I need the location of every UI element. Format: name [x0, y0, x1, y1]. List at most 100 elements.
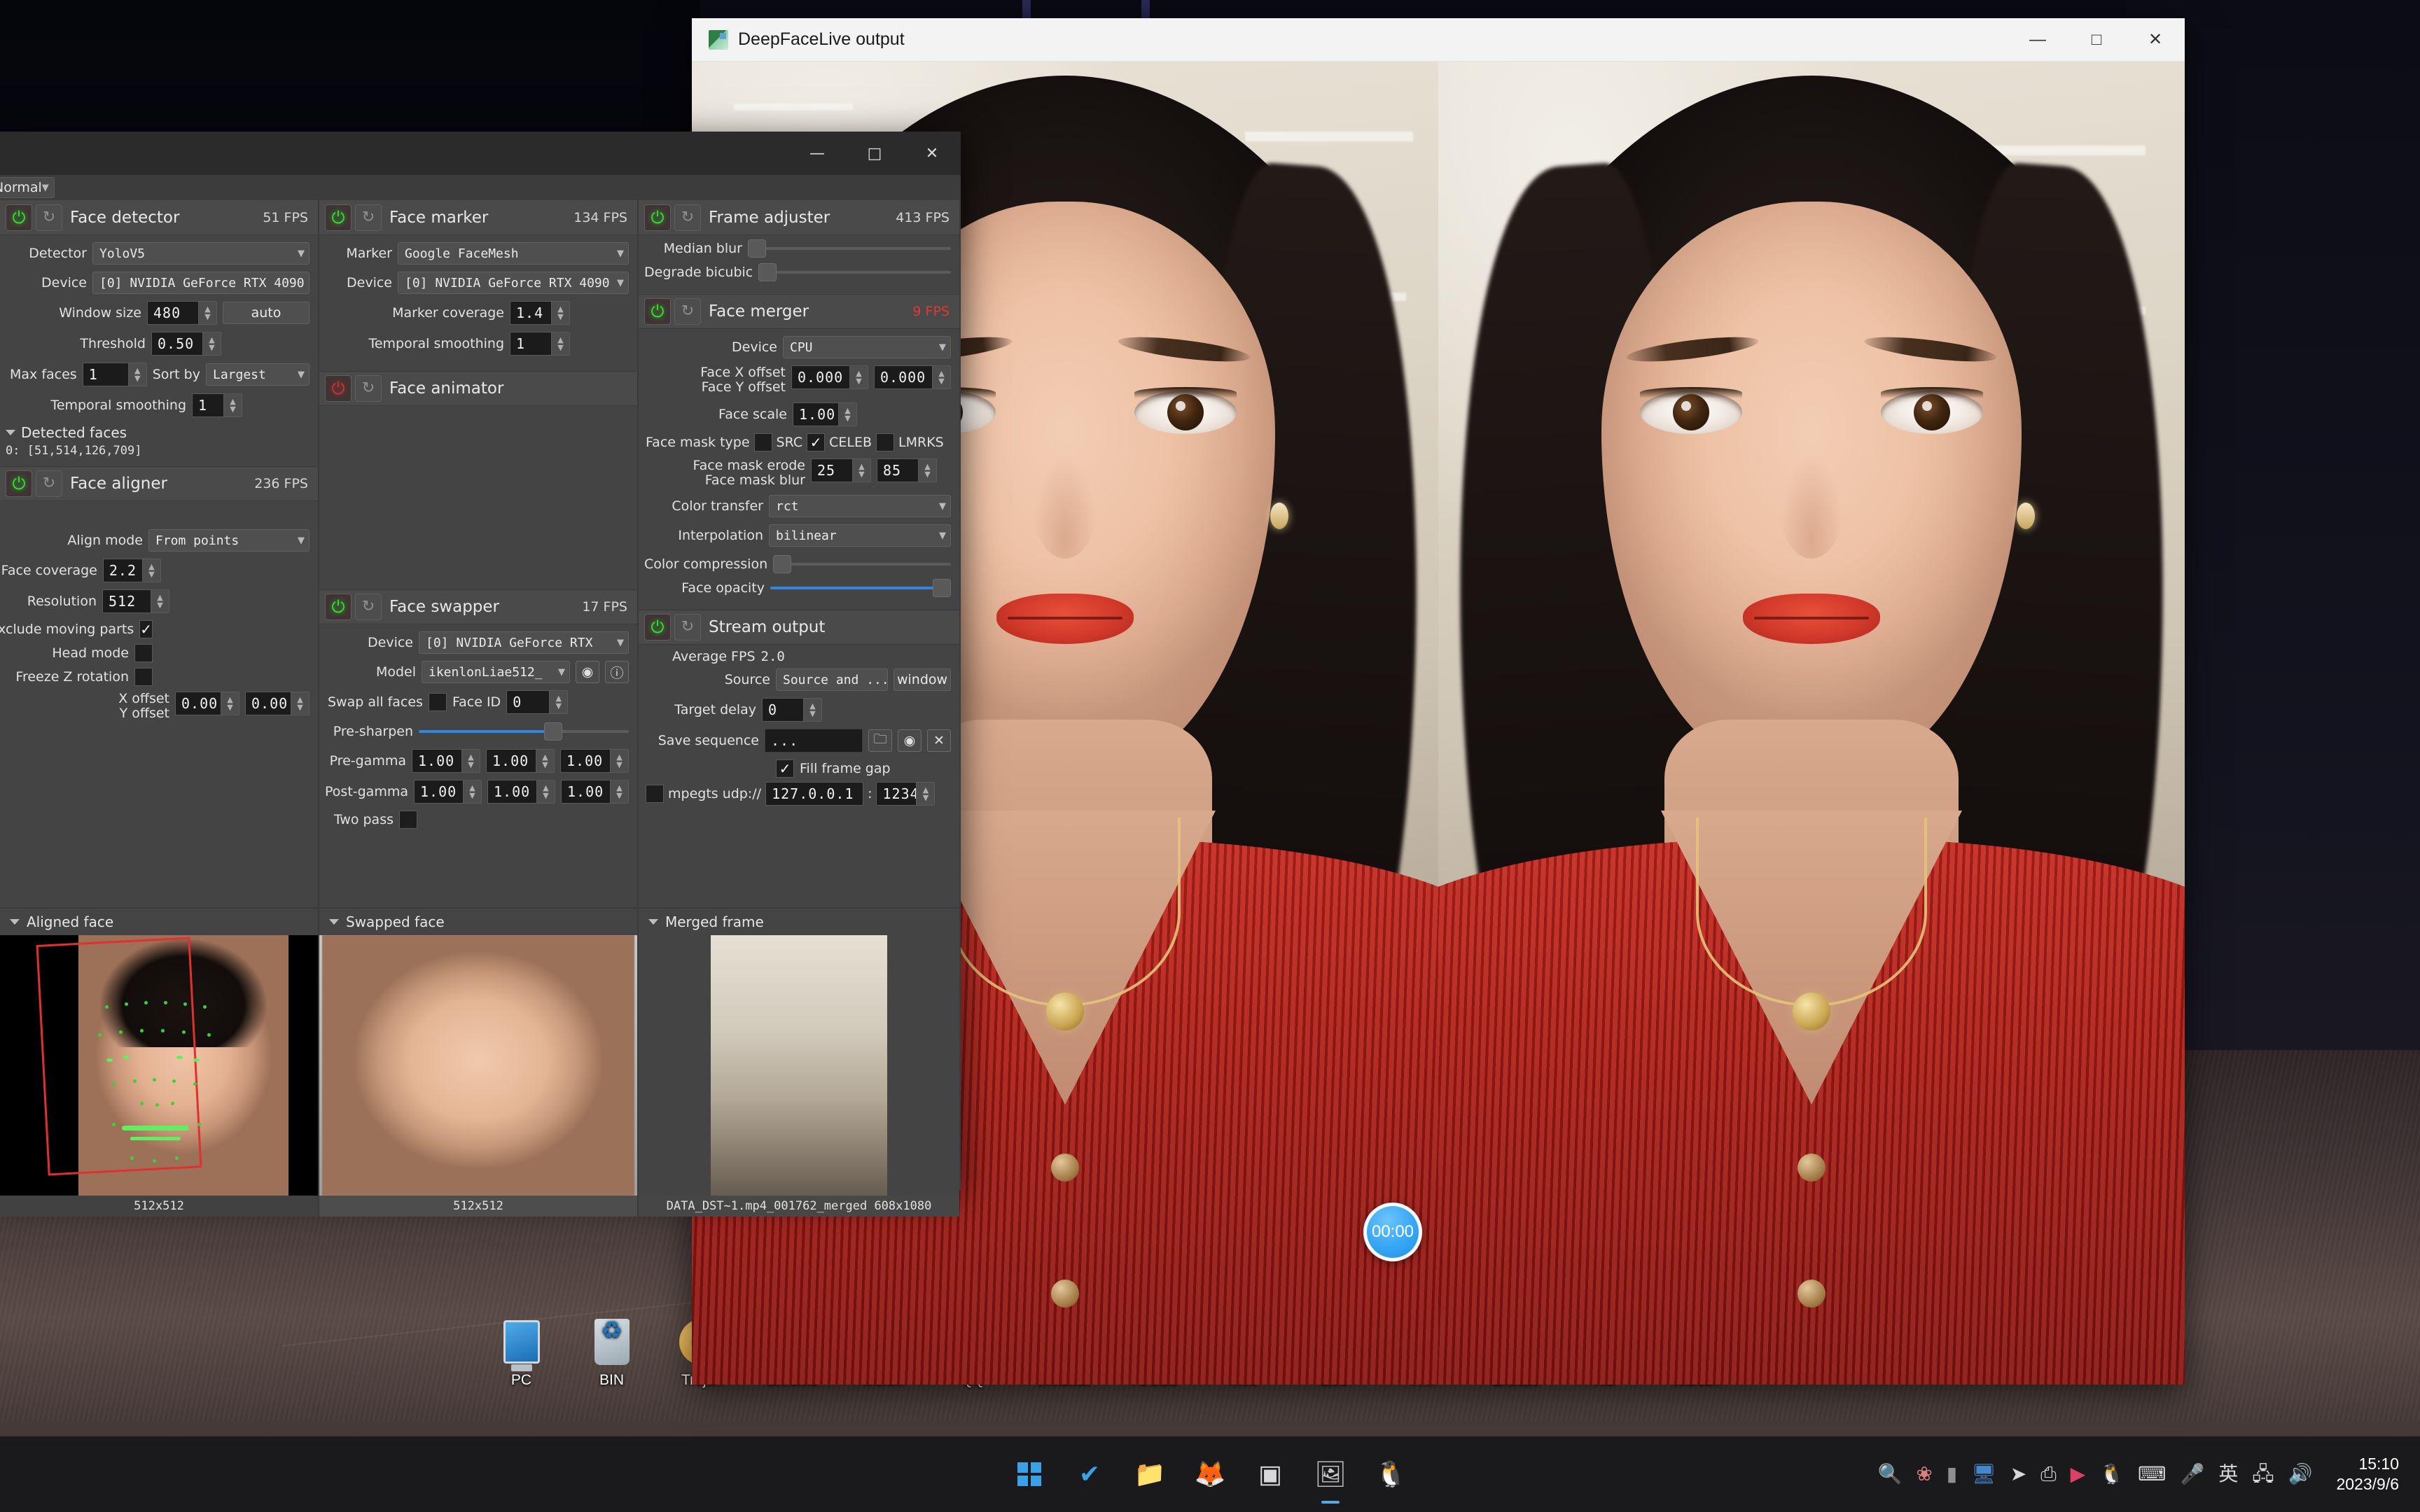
- mpegts-checkbox[interactable]: [646, 785, 664, 804]
- stepper-arrows-icon[interactable]: ▲ ▼: [291, 692, 309, 715]
- degrade-bicubic-slider[interactable]: [758, 262, 951, 283]
- stepper-arrows-icon[interactable]: ▲ ▼: [461, 750, 480, 772]
- keyboard-tray-icon[interactable]: ⌨: [2138, 1464, 2166, 1484]
- face-y-offset-stepper[interactable]: 0.000 ▲ ▼: [874, 365, 951, 389]
- face-animator-power-button[interactable]: ⏻: [325, 375, 352, 402]
- marker-device-select[interactable]: [0] NVIDIA GeForce RTX 4090 ▼: [398, 272, 629, 294]
- frame-adjuster-reset-button[interactable]: ↻: [674, 204, 701, 231]
- taskbar-item-terminal[interactable]: ▣: [1248, 1452, 1293, 1497]
- taskbar-item-deepfacelive[interactable]: 🖼: [1308, 1452, 1353, 1497]
- detector-temporal-smoothing-stepper[interactable]: 1 ▲ ▼: [192, 393, 242, 417]
- face-marker-power-button[interactable]: ⏻: [325, 204, 352, 231]
- stepper-arrows-icon[interactable]: ▲ ▼: [142, 559, 160, 582]
- minimize-button[interactable]: —: [788, 132, 846, 175]
- stream-output-power-button[interactable]: ⏻: [644, 614, 671, 641]
- swap-all-faces-checkbox[interactable]: [428, 693, 447, 711]
- face-animator-reset-button[interactable]: ↻: [355, 375, 382, 402]
- exclude-moving-parts-checkbox[interactable]: ✓: [139, 620, 153, 638]
- pre-gamma-b-stepper[interactable]: 1.00 ▲ ▼: [560, 749, 629, 773]
- mpegts-port-stepper[interactable]: 1234 ▲ ▼: [876, 782, 936, 806]
- face-detector-reset-button[interactable]: ↻: [36, 204, 62, 231]
- taskbar-clock[interactable]: 15:10 2023/9/6: [2336, 1454, 2399, 1495]
- mask-lmrks-checkbox[interactable]: [876, 433, 895, 451]
- detector-device-select[interactable]: [0] NVIDIA GeForce RTX 4090 ▼: [92, 272, 310, 294]
- marker-coverage-stepper[interactable]: 1.4 ▲ ▼: [510, 301, 570, 325]
- flower-tray-icon[interactable]: ❀: [1916, 1464, 1932, 1484]
- desktop-icon-pc[interactable]: PC: [476, 1316, 566, 1389]
- face-swapper-reset-button[interactable]: ↻: [355, 594, 382, 620]
- start-button[interactable]: [1007, 1452, 1052, 1497]
- book-tray-icon[interactable]: ▮: [1947, 1464, 1957, 1484]
- stepper-arrows-icon[interactable]: ▲ ▼: [610, 780, 628, 803]
- target-delay-stepper[interactable]: 0 ▲ ▼: [762, 698, 822, 722]
- color-compression-slider[interactable]: [773, 554, 951, 575]
- face-merger-power-button[interactable]: ⏻: [644, 298, 671, 325]
- face-marker-reset-button[interactable]: ↻: [355, 204, 382, 231]
- threshold-stepper[interactable]: 0.50 ▲ ▼: [151, 332, 221, 356]
- window-size-stepper[interactable]: 480 ▲ ▼: [147, 301, 217, 325]
- face-aligner-power-button[interactable]: ⏻: [6, 470, 32, 497]
- fill-frame-gap-checkbox[interactable]: ✓: [776, 760, 794, 778]
- mpegts-host-input[interactable]: 127.0.0.1: [765, 782, 864, 806]
- network-tray-icon[interactable]: 🖧: [2252, 1464, 2274, 1484]
- sort-by-select[interactable]: Largest ▼: [205, 363, 310, 386]
- maximize-button[interactable]: □: [846, 132, 903, 175]
- clear-sequence-icon[interactable]: ✕: [927, 729, 951, 752]
- monitor-tray-icon[interactable]: 🖥: [1971, 1464, 1996, 1484]
- face-mask-erode-stepper[interactable]: 25 ▲ ▼: [811, 458, 871, 482]
- aligned-face-header[interactable]: Aligned face: [0, 909, 318, 935]
- x-offset-stepper[interactable]: 0.00 ▲ ▼: [175, 692, 239, 715]
- desktop-icon-bin[interactable]: ♻ BIN: [566, 1316, 657, 1389]
- pre-gamma-g-stepper[interactable]: 1.00 ▲ ▼: [486, 749, 555, 773]
- mask-src-checkbox[interactable]: [753, 433, 772, 451]
- search-tray-icon[interactable]: 🔍: [1877, 1464, 1902, 1484]
- stepper-arrows-icon[interactable]: ▲ ▼: [198, 302, 216, 324]
- model-info-icon[interactable]: ⓘ: [605, 661, 629, 683]
- face-aligner-reset-button[interactable]: ↻: [36, 470, 62, 497]
- median-blur-slider[interactable]: [748, 238, 951, 259]
- media-tray-icon[interactable]: ▶: [2071, 1464, 2086, 1484]
- model-select[interactable]: ikenlonLiae512_ ▼: [422, 661, 570, 683]
- face-mask-blur-stepper[interactable]: 85 ▲ ▼: [877, 458, 937, 482]
- taskbar-item-firefox[interactable]: 🦊: [1188, 1452, 1232, 1497]
- window-size-auto-button[interactable]: auto: [223, 302, 310, 324]
- mode-selector[interactable]: Normal ▼: [0, 177, 55, 198]
- post-gamma-r-stepper[interactable]: 1.00 ▲ ▼: [414, 780, 482, 804]
- taskbar-item-app[interactable]: 🐧: [1368, 1452, 1413, 1497]
- taskbar-item-explorer[interactable]: 📁: [1127, 1452, 1172, 1497]
- post-gamma-g-stepper[interactable]: 1.00 ▲ ▼: [487, 780, 555, 804]
- stepper-arrows-icon[interactable]: ▲ ▼: [932, 366, 950, 388]
- usb-tray-icon[interactable]: ⎙: [2040, 1464, 2056, 1484]
- control-window-titlebar[interactable]: — □ ✕: [0, 132, 961, 175]
- output-window-titlebar[interactable]: DeepFaceLive output — □ ✕: [692, 18, 2185, 62]
- stepper-arrows-icon[interactable]: ▲ ▼: [221, 692, 239, 715]
- pre-gamma-r-stepper[interactable]: 1.00 ▲ ▼: [412, 749, 480, 773]
- save-sequence-input[interactable]: ...: [765, 729, 863, 753]
- y-offset-stepper[interactable]: 0.00 ▲ ▼: [245, 692, 310, 715]
- merged-frame-header[interactable]: Merged frame: [639, 909, 959, 935]
- stepper-arrows-icon[interactable]: ▲ ▼: [536, 780, 555, 803]
- face-id-stepper[interactable]: 0 ▲ ▼: [506, 690, 569, 714]
- stepper-arrows-icon[interactable]: ▲ ▼: [536, 750, 554, 772]
- swapped-face-header[interactable]: Swapped face: [319, 909, 637, 935]
- face-opacity-slider[interactable]: [770, 578, 951, 598]
- microphone-tray-icon[interactable]: 🎤: [2180, 1464, 2204, 1484]
- merger-device-select[interactable]: CPU ▼: [783, 336, 951, 358]
- color-transfer-select[interactable]: rct ▼: [769, 495, 951, 518]
- folder-icon[interactable]: 🗀: [868, 729, 892, 752]
- stepper-arrows-icon[interactable]: ▲ ▼: [223, 394, 242, 416]
- frame-adjuster-power-button[interactable]: ⏻: [644, 204, 671, 231]
- stepper-arrows-icon[interactable]: ▲ ▼: [916, 783, 935, 806]
- face-swapper-power-button[interactable]: ⏻: [325, 594, 352, 620]
- source-select[interactable]: Source and ... ▼: [776, 668, 888, 692]
- head-mode-checkbox[interactable]: [134, 644, 153, 662]
- window-button[interactable]: window: [893, 668, 951, 692]
- face-scale-stepper[interactable]: 1.00 ▲ ▼: [793, 402, 857, 426]
- face-coverage-stepper[interactable]: 2.2 ▲ ▼: [102, 559, 161, 582]
- two-pass-checkbox[interactable]: [399, 811, 417, 829]
- stepper-arrows-icon[interactable]: ▲ ▼: [610, 750, 628, 772]
- stepper-arrows-icon[interactable]: ▲ ▼: [849, 366, 868, 388]
- taskbar-item-todo[interactable]: ✔: [1067, 1452, 1112, 1497]
- detected-faces-toggle[interactable]: Detected faces: [6, 424, 310, 441]
- volume-tray-icon[interactable]: 🔊: [2288, 1464, 2313, 1484]
